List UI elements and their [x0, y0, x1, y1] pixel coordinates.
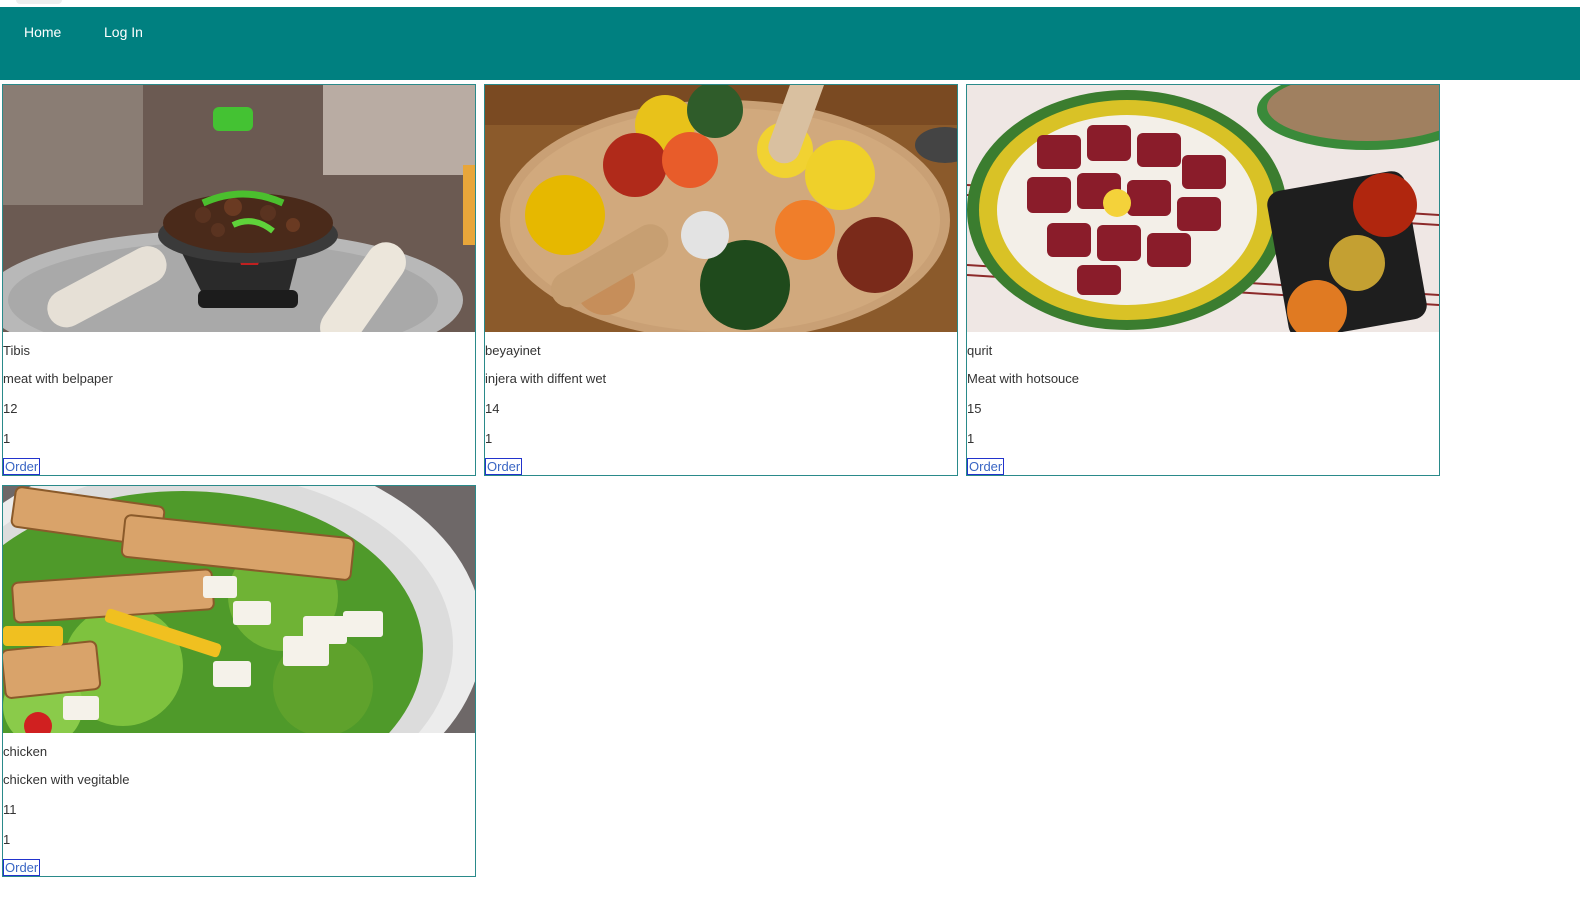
tibs-dish-photo [3, 85, 475, 332]
product-card: Tibis meat with belpaper 12 1 Order [2, 84, 476, 476]
product-name: Tibis [3, 343, 30, 358]
product-card: chicken chicken with vegitable 11 1 Orde… [2, 485, 476, 877]
product-description: injera with diffent wet [485, 371, 607, 386]
product-price: 14 [485, 401, 500, 416]
product-description: Meat with hotsouce [967, 371, 1080, 386]
nav-login-link[interactable]: Log In [104, 24, 143, 40]
top-navbar: Home Log In [0, 7, 1580, 80]
nav-home-link[interactable]: Home [24, 24, 61, 40]
product-card: qurit Meat with hotsouce 15 1 Order [966, 84, 1440, 476]
product-quantity: 1 [3, 832, 11, 847]
product-card: beyayinet injera with diffent wet 14 1 O… [484, 84, 958, 476]
order-button[interactable]: Order [3, 458, 41, 475]
order-button[interactable]: Order [967, 458, 1005, 475]
beyaynetu-platter-photo [485, 85, 957, 332]
raw-meat-platter-photo [967, 85, 1439, 332]
product-price: 11 [3, 802, 17, 817]
product-name: beyayinet [485, 343, 541, 358]
product-quantity: 1 [485, 431, 493, 446]
order-button[interactable]: Order [485, 458, 523, 475]
product-name: qurit [967, 343, 993, 358]
product-quantity: 1 [3, 431, 11, 446]
browser-tab-remnant [16, 0, 62, 4]
chicken-salad-photo [3, 486, 475, 733]
order-button[interactable]: Order [3, 859, 41, 876]
product-price: 12 [3, 401, 18, 416]
product-price: 15 [967, 401, 982, 416]
product-description: meat with belpaper [3, 371, 113, 386]
product-description: chicken with vegitable [3, 772, 130, 787]
product-name: chicken [3, 744, 48, 759]
product-quantity: 1 [967, 431, 975, 446]
